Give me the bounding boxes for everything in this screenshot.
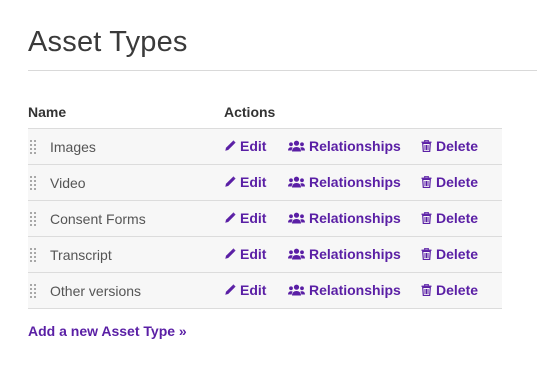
- add-asset-type-link[interactable]: Add a new Asset Type »: [28, 323, 187, 339]
- table-row: Video Edit Relationships Delete: [28, 165, 502, 201]
- users-icon: [288, 248, 309, 260]
- delete-link[interactable]: Delete: [421, 246, 478, 262]
- edit-link-label: Edit: [240, 210, 267, 226]
- asset-type-name: Video: [50, 175, 86, 191]
- delete-link-label: Delete: [436, 246, 479, 262]
- table-header: Name Actions: [28, 100, 502, 129]
- relationships-link-label: Relationships: [309, 138, 401, 154]
- table-row: Other versions Edit Relationships Delete: [28, 273, 502, 309]
- drag-handle-icon[interactable]: [30, 176, 36, 190]
- edit-link-label: Edit: [240, 246, 267, 262]
- trash-icon: [421, 284, 436, 296]
- delete-link-label: Delete: [436, 174, 479, 190]
- column-header-name: Name: [28, 104, 67, 120]
- asset-type-name: Consent Forms: [50, 211, 146, 227]
- table-body: Images Edit Relationships Delete Video Edit Re…: [28, 129, 502, 309]
- relationships-link[interactable]: Relationships: [288, 138, 401, 154]
- edit-link[interactable]: Edit: [224, 210, 266, 226]
- trash-icon: [421, 176, 436, 188]
- delete-link[interactable]: Delete: [421, 282, 478, 298]
- asset-types-table: Name Actions Images Edit Relationships Dele…: [28, 100, 502, 309]
- asset-type-name: Images: [50, 139, 96, 155]
- pencil-icon: [224, 248, 240, 260]
- delete-link[interactable]: Delete: [421, 174, 478, 190]
- pencil-icon: [224, 176, 240, 188]
- delete-link-label: Delete: [436, 138, 479, 154]
- title-divider: [28, 70, 537, 71]
- column-header-actions: Actions: [224, 104, 276, 120]
- pencil-icon: [224, 212, 240, 224]
- table-row: Transcript Edit Relationships Delete: [28, 237, 502, 273]
- relationships-link[interactable]: Relationships: [288, 174, 401, 190]
- table-row: Consent Forms Edit Relationships Delete: [28, 201, 502, 237]
- relationships-link-label: Relationships: [309, 282, 401, 298]
- drag-handle-icon[interactable]: [30, 284, 36, 298]
- pencil-icon: [224, 284, 240, 296]
- edit-link[interactable]: Edit: [224, 246, 266, 262]
- trash-icon: [421, 248, 436, 260]
- edit-link-label: Edit: [240, 138, 267, 154]
- asset-type-name: Other versions: [50, 283, 142, 299]
- users-icon: [288, 212, 309, 224]
- relationships-link-label: Relationships: [309, 174, 401, 190]
- users-icon: [288, 176, 309, 188]
- relationships-link[interactable]: Relationships: [288, 246, 401, 262]
- relationships-link[interactable]: Relationships: [288, 210, 401, 226]
- delete-link-label: Delete: [436, 282, 479, 298]
- edit-link-label: Edit: [240, 282, 267, 298]
- edit-link[interactable]: Edit: [224, 138, 266, 154]
- drag-handle-icon[interactable]: [30, 140, 36, 154]
- pencil-icon: [224, 140, 240, 152]
- relationships-link-label: Relationships: [309, 246, 401, 262]
- users-icon: [288, 140, 309, 152]
- drag-handle-icon[interactable]: [30, 248, 36, 262]
- trash-icon: [421, 212, 436, 224]
- table-row: Images Edit Relationships Delete: [28, 129, 502, 165]
- relationships-link-label: Relationships: [309, 210, 401, 226]
- edit-link-label: Edit: [240, 174, 267, 190]
- drag-handle-icon[interactable]: [30, 212, 36, 226]
- delete-link[interactable]: Delete: [421, 210, 478, 226]
- delete-link-label: Delete: [436, 210, 479, 226]
- asset-type-name: Transcript: [50, 247, 112, 263]
- page-title: Asset Types: [28, 26, 188, 58]
- delete-link[interactable]: Delete: [421, 138, 478, 154]
- trash-icon: [421, 140, 436, 152]
- edit-link[interactable]: Edit: [224, 174, 266, 190]
- relationships-link[interactable]: Relationships: [288, 282, 401, 298]
- users-icon: [288, 284, 309, 296]
- edit-link[interactable]: Edit: [224, 282, 266, 298]
